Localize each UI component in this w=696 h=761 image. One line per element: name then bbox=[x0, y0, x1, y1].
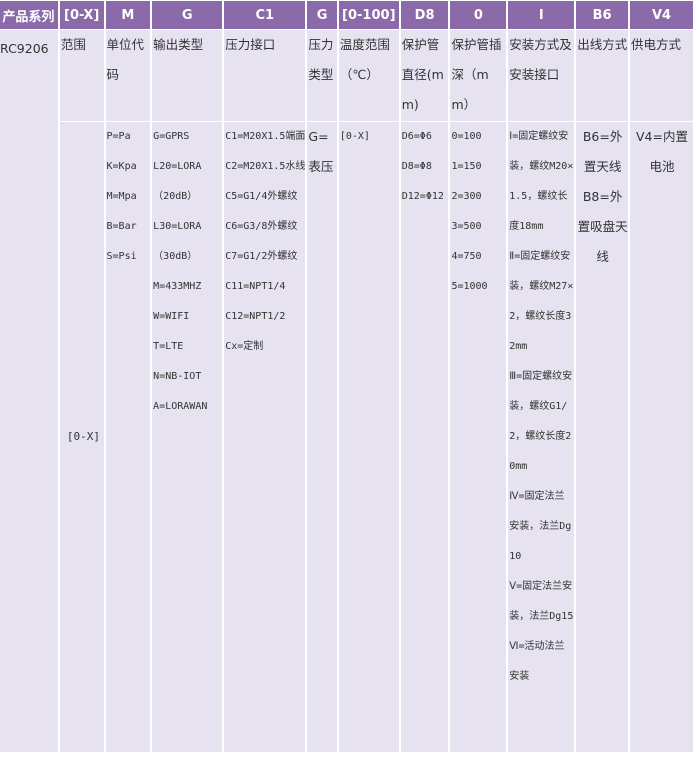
label-range: 范围 bbox=[59, 30, 104, 121]
list-item: 0=100 bbox=[451, 131, 482, 142]
list-item: B8=外置吸盘天线 bbox=[577, 189, 628, 264]
value-power: V4=内置电池 bbox=[630, 122, 693, 752]
value-output: G=GPRS L20=LORA （20dB） L30=LORA （30dB） M… bbox=[152, 122, 223, 752]
list-item: T=LTE bbox=[153, 341, 184, 352]
header-cell-unit: M bbox=[105, 1, 151, 29]
list-item: Ⅰ=固定螺纹安装，螺纹M20×1.5，螺纹长度18mm bbox=[509, 131, 574, 232]
series-cell: RC9206 bbox=[0, 30, 58, 752]
list-item: K=Kpa bbox=[106, 161, 137, 172]
header-cell-depth: 0 bbox=[450, 1, 507, 29]
header-cell-interface: C1 bbox=[224, 1, 306, 29]
list-item: 4=750 bbox=[451, 251, 482, 262]
list-item: D12=Φ12 bbox=[401, 191, 444, 202]
list-item: M=433MHZ bbox=[153, 281, 202, 292]
list-item: C11=NPT1/4 bbox=[225, 281, 286, 292]
list-item: Ⅵ=活动法兰安装 bbox=[509, 641, 565, 682]
value-temp: [0-X] bbox=[338, 122, 399, 752]
header-cell-outlet: B6 bbox=[576, 1, 628, 29]
list-item: C2=M20X1.5水线 bbox=[225, 161, 306, 172]
label-output: 输出类型 bbox=[152, 30, 223, 121]
label-dia: 保护管直径(mm) bbox=[400, 30, 449, 121]
value-dia: D6=Φ6 D8=Φ8 D12=Φ12 bbox=[400, 122, 449, 752]
list-item: B=Bar bbox=[106, 221, 137, 232]
spec-table: 产品系列 [0-X] M G C1 G [0-100] D8 0 I B6 V4… bbox=[0, 0, 695, 753]
list-item: C6=G3/8外螺纹 bbox=[225, 221, 298, 232]
label-row: RC9206 范围 单位代码 输出类型 压力接口 压力类型 温度范围（℃） 保护… bbox=[0, 30, 693, 752]
list-item: P=Pa bbox=[106, 131, 131, 142]
list-item: （20dB） bbox=[153, 191, 198, 202]
list-item: Ⅳ=固定法兰安装，法兰Dg10 bbox=[509, 491, 572, 562]
label-temp: 温度范围（℃） bbox=[338, 30, 399, 121]
list-item: C1=M20X1.5端面 bbox=[225, 131, 306, 142]
header-cell-install: I bbox=[508, 1, 575, 29]
list-item: A=LORAWAN bbox=[153, 401, 208, 412]
label-power: 供电方式 bbox=[630, 30, 693, 121]
list-item: D8=Φ8 bbox=[401, 161, 432, 172]
header-cell-output: G bbox=[152, 1, 223, 29]
list-item: N=NB-IOT bbox=[153, 371, 202, 382]
label-unit: 单位代码 bbox=[105, 30, 151, 121]
value-range-text: [0-X] bbox=[66, 430, 100, 443]
list-item: 3=500 bbox=[451, 221, 482, 232]
list-item: L20=LORA bbox=[153, 161, 202, 172]
value-depth: 0=100 1=150 2=300 3=500 4=750 5=1000 bbox=[450, 122, 507, 752]
list-item: S=Psi bbox=[106, 251, 137, 262]
header-cell-temp: [0-100] bbox=[338, 1, 399, 29]
list-item: 5=1000 bbox=[451, 281, 488, 292]
list-item: C12=NPT1/2 bbox=[225, 311, 286, 322]
value-row: [0-X] P=Pa K=Kpa M=Mpa B=Bar S=Psi G=GPR… bbox=[0, 122, 693, 752]
label-install: 安装方式及安装接口 bbox=[508, 30, 575, 121]
list-item: C5=G1/4外螺纹 bbox=[225, 191, 298, 202]
list-item: 2=300 bbox=[451, 191, 482, 202]
label-outlet: 出线方式 bbox=[576, 30, 628, 121]
header-cell-series: 产品系列 bbox=[0, 1, 58, 29]
list-item: M=Mpa bbox=[106, 191, 137, 202]
value-unit: P=Pa K=Kpa M=Mpa B=Bar S=Psi bbox=[105, 122, 151, 752]
value-ptype: G=表压 bbox=[307, 122, 337, 752]
value-range: [0-X] bbox=[59, 122, 104, 752]
list-item: W=WIFI bbox=[153, 311, 190, 322]
list-item: B6=外置天线 bbox=[582, 129, 623, 174]
label-ptype: 压力类型 bbox=[307, 30, 337, 121]
list-item: Cx=定制 bbox=[225, 341, 264, 352]
list-item: Ⅲ=固定螺纹安装，螺纹G1/2，螺纹长度20mm bbox=[509, 371, 573, 472]
list-item: 1=150 bbox=[451, 161, 482, 172]
list-item: G=GPRS bbox=[153, 131, 190, 142]
header-cell-dia: D8 bbox=[400, 1, 449, 29]
label-depth: 保护管插深（mm） bbox=[450, 30, 507, 121]
header-cell-ptype: G bbox=[307, 1, 337, 29]
list-item: D6=Φ6 bbox=[401, 131, 432, 142]
header-cell-range: [0-X] bbox=[59, 1, 104, 29]
list-item: Ⅴ=固定法兰安装，法兰Dg15 bbox=[509, 581, 574, 622]
label-interface: 压力接口 bbox=[224, 30, 306, 121]
list-item: （30dB） bbox=[153, 251, 198, 262]
value-interface: C1=M20X1.5端面 C2=M20X1.5水线 C5=G1/4外螺纹 C6=… bbox=[224, 122, 306, 752]
list-item: L30=LORA bbox=[153, 221, 202, 232]
header-row: 产品系列 [0-X] M G C1 G [0-100] D8 0 I B6 V4 bbox=[0, 1, 693, 29]
header-cell-power: V4 bbox=[630, 1, 693, 29]
value-outlet: B6=外置天线 B8=外置吸盘天线 bbox=[576, 122, 628, 752]
value-install: Ⅰ=固定螺纹安装，螺纹M20×1.5，螺纹长度18mm Ⅱ=固定螺纹安装，螺纹M… bbox=[508, 122, 575, 752]
list-item: C7=G1/2外螺纹 bbox=[225, 251, 298, 262]
list-item: Ⅱ=固定螺纹安装，螺纹M27×2，螺纹长度32mm bbox=[509, 251, 574, 352]
